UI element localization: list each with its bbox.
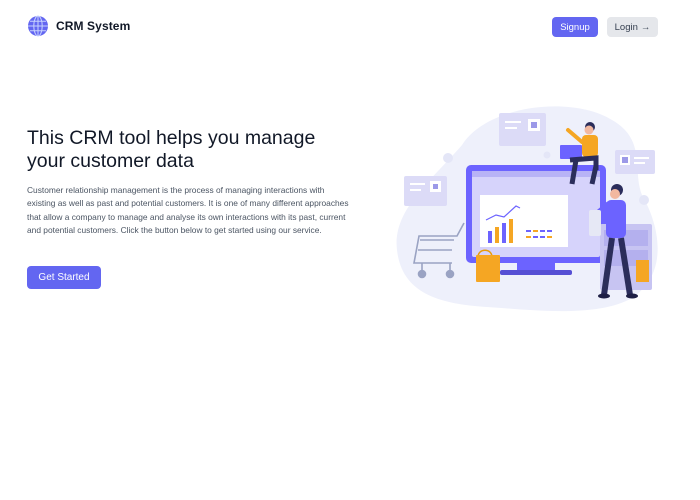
get-started-button[interactable]: Get Started — [27, 266, 101, 289]
decor-dot — [443, 153, 453, 163]
floating-card — [615, 150, 655, 174]
signup-button[interactable]: Signup — [552, 17, 598, 37]
top-navbar: CRM System Signup Login → — [0, 0, 700, 54]
globe-icon — [28, 15, 48, 37]
floating-card — [404, 176, 447, 206]
crm-illustration — [396, 106, 658, 312]
shopping-bag-icon — [476, 249, 500, 282]
brand-name: CRM System — [56, 19, 131, 33]
decor-dot — [639, 195, 649, 205]
arrow-right-icon: → — [640, 21, 651, 33]
floating-card — [499, 113, 546, 146]
hero-description: Customer relationship management is the … — [27, 185, 349, 236]
login-button[interactable]: Login → — [607, 17, 658, 37]
decor-dot — [543, 151, 551, 159]
hero-title: This CRM tool helps you manage your cust… — [27, 127, 316, 172]
brand[interactable]: CRM System — [27, 15, 130, 37]
screen-chart-panel — [480, 195, 568, 247]
login-label: Login — [614, 21, 638, 33]
